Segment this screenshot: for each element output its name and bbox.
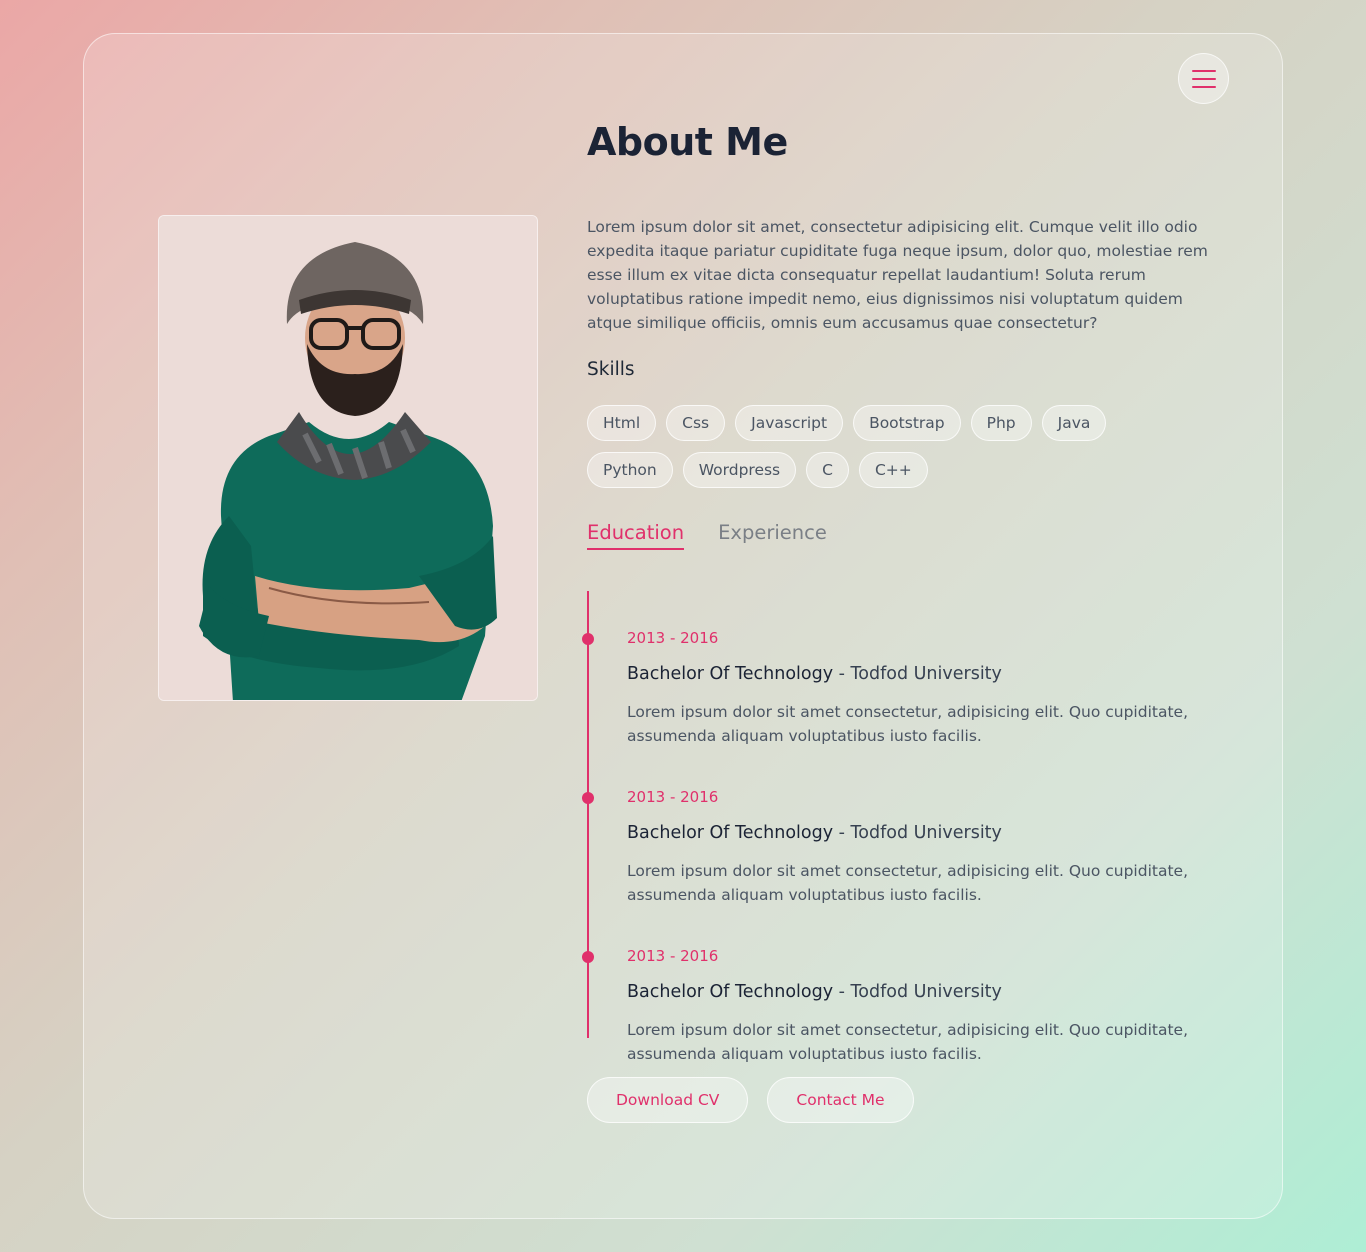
skill-chip: Bootstrap: [853, 405, 961, 441]
timeline-description: Lorem ipsum dolor sit amet consectetur, …: [627, 703, 1189, 745]
skill-chip: Php: [970, 405, 1032, 441]
skill-chip: Java: [1041, 405, 1107, 441]
download-cv-button[interactable]: Download CV: [587, 1077, 749, 1123]
timeline-heading: Bachelor Of Technology - Todfod Universi…: [627, 823, 1002, 843]
action-buttons: Download CV Contact Me: [587, 1077, 914, 1123]
skill-chip: Css: [666, 405, 726, 441]
degree-name: Bachelor Of Technology: [627, 823, 834, 843]
tab-bar: Education Experience: [587, 521, 827, 550]
skill-chip: Wordpress: [682, 452, 797, 488]
skills-list: Html Css Javascript Bootstrap Php Java P…: [587, 405, 1147, 488]
page-title: About Me: [587, 120, 788, 164]
skill-chip: C: [806, 452, 849, 488]
degree-name: Bachelor Of Technology: [627, 982, 834, 1002]
skill-chip: Python: [587, 452, 673, 488]
school-name: Todfod University: [850, 982, 1002, 1002]
timeline-description: Lorem ipsum dolor sit amet consectetur, …: [627, 1021, 1189, 1063]
timeline-dot: [582, 951, 594, 963]
timeline-description: Lorem ipsum dolor sit amet consectetur, …: [627, 862, 1189, 904]
timeline-date: 2013 - 2016: [627, 788, 719, 806]
heading-separator: -: [838, 664, 845, 684]
skill-chip: Html: [587, 405, 657, 441]
menu-button[interactable]: [1178, 53, 1229, 104]
about-card: About Me Lorem ipsum dolor sit amet, con…: [83, 33, 1283, 1219]
timeline-heading: Bachelor Of Technology - Todfod Universi…: [627, 664, 1002, 684]
heading-separator: -: [838, 823, 845, 843]
school-name: Todfod University: [850, 823, 1002, 843]
hamburger-menu-icon: [1191, 69, 1216, 72]
education-timeline: 2013 - 2016 Bachelor Of Technology - Tod…: [582, 591, 1227, 1063]
timeline-date: 2013 - 2016: [627, 629, 719, 647]
skill-chip: Javascript: [735, 405, 844, 441]
degree-name: Bachelor Of Technology: [627, 664, 834, 684]
school-name: Todfod University: [850, 664, 1002, 684]
profile-photo: [158, 215, 538, 701]
tab-education[interactable]: Education: [587, 521, 685, 550]
tab-experience[interactable]: Experience: [718, 521, 827, 550]
heading-separator: -: [838, 982, 845, 1002]
contact-me-button[interactable]: Contact Me: [767, 1077, 914, 1123]
timeline-date: 2013 - 2016: [627, 947, 719, 965]
timeline-heading: Bachelor Of Technology - Todfod Universi…: [627, 982, 1002, 1002]
intro-paragraph: Lorem ipsum dolor sit amet, consectetur …: [587, 218, 1208, 332]
skills-heading: Skills: [587, 359, 635, 380]
timeline-dot: [582, 633, 594, 645]
timeline-line: [587, 591, 589, 1038]
timeline-dot: [582, 792, 594, 804]
skill-chip: C++: [858, 452, 928, 488]
person-illustration: [159, 216, 537, 700]
